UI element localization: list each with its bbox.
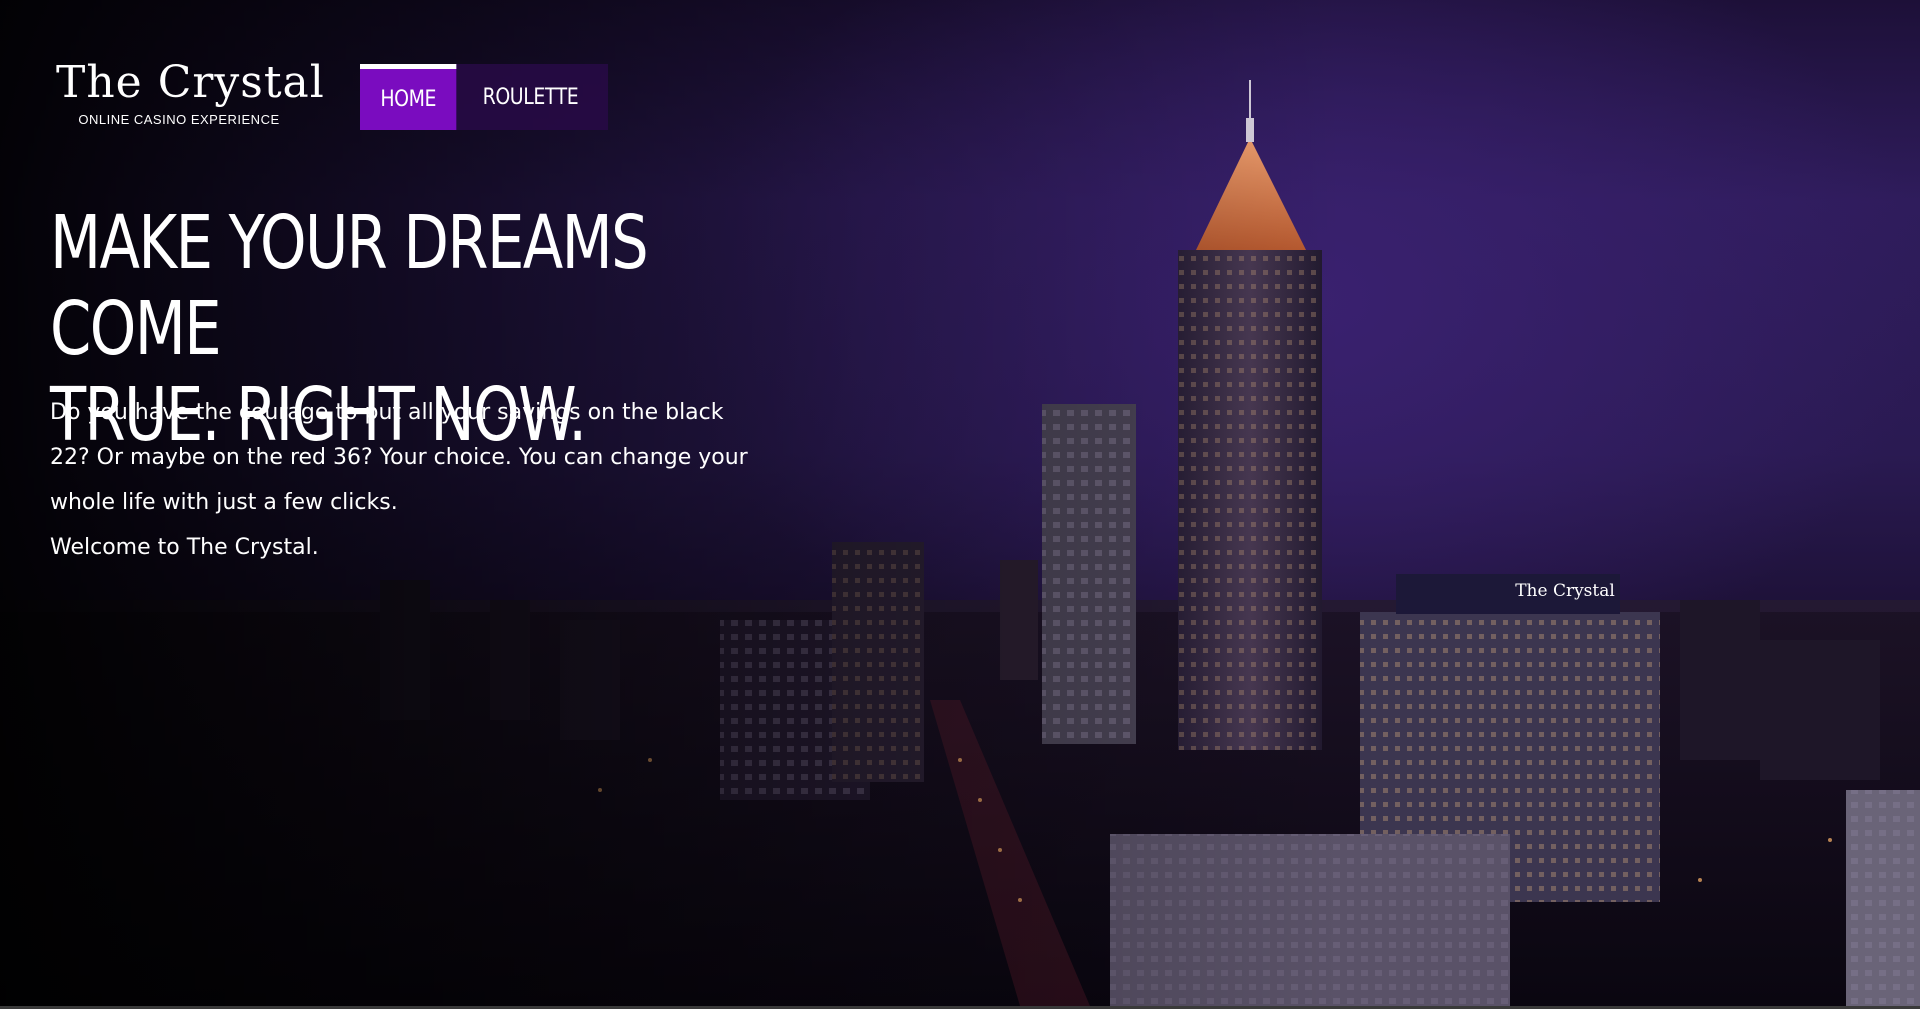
main-nav: HOME ROULETTE: [360, 64, 608, 130]
brand-logo[interactable]: The Crystal ONLINE CASINO EXPERIENCE: [56, 56, 325, 127]
hero-intro: Do you have the courage to put all your …: [50, 390, 770, 570]
hero-welcome: Welcome to The Crystal.: [50, 535, 319, 560]
hero-section: The Crystal The Crystal ONLINE CASINO EX…: [0, 0, 1920, 1006]
brand-title: The Crystal: [56, 57, 325, 108]
brand-subtitle: ONLINE CASINO EXPERIENCE: [78, 112, 280, 127]
nav-item-home[interactable]: HOME: [360, 64, 457, 130]
hero-paragraph: Do you have the courage to put all your …: [50, 400, 748, 515]
nav-item-roulette[interactable]: ROULETTE: [472, 64, 589, 130]
building-sign-text: The Crystal: [1515, 581, 1615, 601]
headline-line-1: MAKE YOUR DREAMS COME: [50, 200, 649, 372]
